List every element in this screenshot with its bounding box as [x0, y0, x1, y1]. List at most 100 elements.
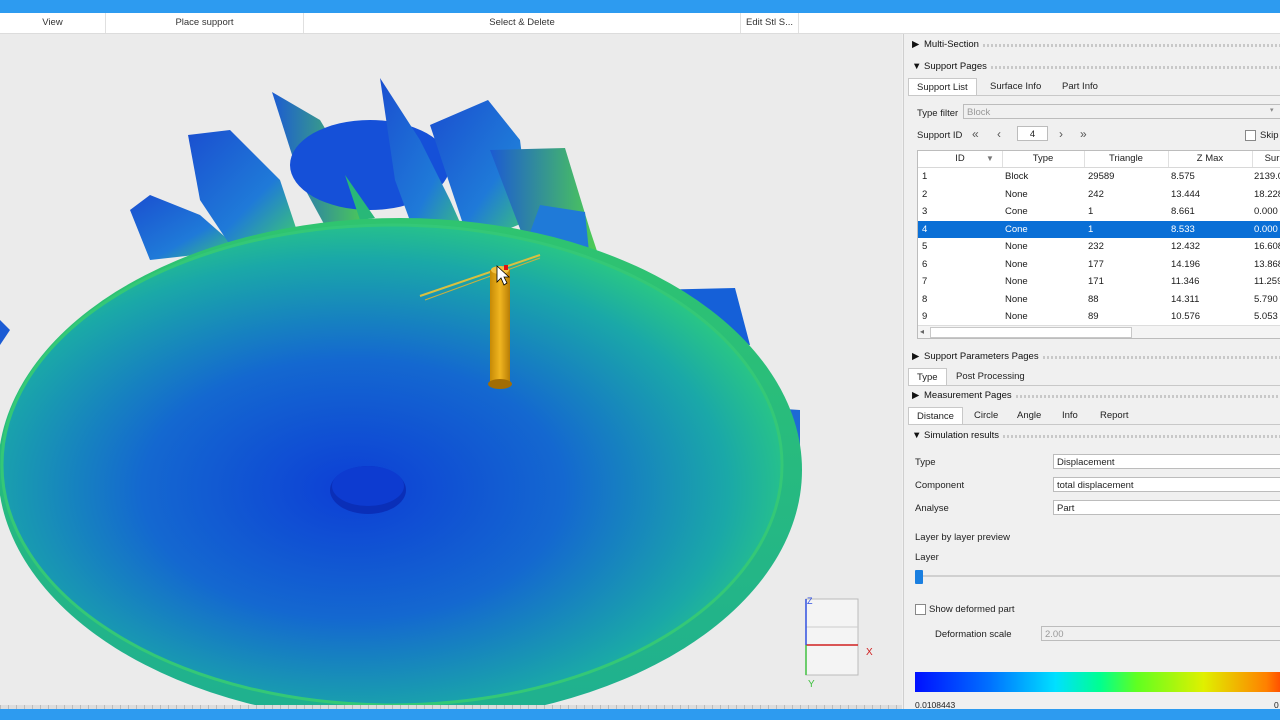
table-cell: 8: [922, 293, 928, 305]
column-header-id[interactable]: ID ▼: [918, 151, 1003, 167]
section-support-parameters-label: Support Parameters Pages: [924, 351, 1039, 362]
section-simulation-label: Simulation results: [924, 430, 999, 441]
scrollbar-thumb[interactable]: [930, 327, 1132, 338]
section-measurement[interactable]: ▶ Measurement Pages: [912, 389, 1280, 403]
table-row[interactable]: 4 Cone 1 8.533 0.000: [918, 220, 1280, 238]
tab-surface-info[interactable]: Surface Info: [982, 78, 1049, 95]
table-cell: 2139.0: [1254, 171, 1280, 182]
table-cell: 4: [922, 223, 928, 235]
expand-down-icon: ▼: [912, 430, 922, 441]
table-cell: 0.000: [1254, 206, 1278, 217]
table-row[interactable]: 5 None 232 12.432 16.608: [918, 238, 1280, 256]
table-cell: 232: [1088, 241, 1104, 252]
column-header-id-label: ID: [955, 153, 965, 164]
column-header-type[interactable]: Type: [1002, 151, 1085, 167]
ribbon-group-view[interactable]: View: [0, 13, 106, 33]
ribbon-group-place-support[interactable]: Place support: [106, 13, 304, 33]
sim-type-select[interactable]: Displacement: [1053, 454, 1280, 469]
section-support-pages[interactable]: ▼ Support Pages: [912, 60, 1280, 74]
tab-circle[interactable]: Circle: [966, 407, 1006, 424]
deformation-scale-input[interactable]: 2.00: [1041, 626, 1280, 641]
tab-post-processing[interactable]: Post Processing: [948, 368, 1033, 385]
table-cell: 9: [922, 311, 928, 322]
tab-part-info[interactable]: Part Info: [1054, 78, 1106, 95]
section-simulation[interactable]: ▼ Simulation results: [912, 429, 1280, 443]
table-cell: 5.790: [1254, 293, 1278, 305]
show-deformed-checkbox[interactable]: [915, 604, 926, 615]
color-legend-bar: [915, 672, 1280, 692]
table-row[interactable]: 9 None 89 10.576 5.053: [918, 308, 1280, 326]
tab-report[interactable]: Report: [1092, 407, 1137, 424]
table-cell: None: [1005, 276, 1028, 287]
support-id-input[interactable]: 4: [1017, 126, 1048, 141]
ribbon-group-select-delete[interactable]: Select & Delete: [304, 13, 741, 33]
show-deformed-label: Show deformed part: [929, 604, 1015, 615]
column-header-zmax[interactable]: Z Max: [1168, 151, 1253, 167]
table-cell: 29589: [1088, 171, 1115, 182]
tab-info[interactable]: Info: [1054, 407, 1086, 424]
table-header: ID ▼ Type Triangle Z Max Sur: [918, 151, 1280, 168]
table-row[interactable]: 1 Block 29589 8.575 2139.0: [918, 168, 1280, 186]
first-page-icon[interactable]: «: [972, 128, 979, 140]
view-cube[interactable]: [805, 598, 862, 676]
table-row[interactable]: 3 Cone 1 8.661 0.000: [918, 203, 1280, 221]
prev-icon[interactable]: ‹: [997, 128, 1001, 140]
next-icon[interactable]: ›: [1059, 128, 1063, 140]
measure-tabs: Distance Circle Angle Info Report: [908, 407, 1278, 425]
table-cell: 3: [922, 206, 928, 217]
layer-slider[interactable]: [916, 575, 1280, 577]
table-cell: 8.533: [1171, 223, 1195, 235]
last-page-icon[interactable]: »: [1080, 128, 1087, 140]
table-cell: 88: [1088, 293, 1099, 305]
expand-right-icon: ▶: [912, 39, 920, 50]
table-row[interactable]: 6 None 177 14.196 13.868: [918, 256, 1280, 274]
tab-distance[interactable]: Distance: [908, 407, 963, 425]
table-cell: 0.000: [1254, 223, 1278, 235]
table-cell: 5.053: [1254, 311, 1278, 322]
section-divider: [982, 44, 1280, 47]
ribbon-toolbar: View Place support Select & Delete Edit …: [0, 13, 1280, 34]
table-cell: None: [1005, 293, 1028, 305]
scroll-left-icon[interactable]: ◂: [920, 327, 924, 336]
table-cell: 1: [1088, 206, 1094, 217]
expand-down-icon: ▼: [912, 61, 922, 72]
layer-slider-handle[interactable]: [915, 570, 923, 584]
table-cell: 177: [1088, 258, 1104, 270]
table-row[interactable]: 8 None 88 14.311 5.790: [918, 291, 1280, 309]
analyse-label: Analyse: [915, 503, 949, 514]
support-id-label: Support ID: [917, 130, 963, 141]
table-cell: 8.575: [1171, 171, 1195, 182]
table-cell: None: [1005, 241, 1028, 252]
support-tabs: Support List Surface Info Part Info: [908, 78, 1278, 96]
type-filter-select[interactable]: Block: [963, 104, 1280, 119]
column-header-surface[interactable]: Sur: [1252, 151, 1280, 167]
support-table: ID ▼ Type Triangle Z Max Sur 1 Block 29589…: [917, 150, 1280, 339]
table-cell: 7: [922, 276, 928, 287]
layer-preview-label: Layer by layer preview: [915, 532, 1011, 543]
table-cell: 14.196: [1171, 258, 1201, 270]
section-support-parameters[interactable]: ▶ Support Parameters Pages: [912, 350, 1280, 364]
tab-angle[interactable]: Angle: [1009, 407, 1049, 424]
legend-min-value: 0.0108443: [915, 700, 956, 709]
legend-max-value: 0: [1274, 700, 1279, 709]
horizontal-scrollbar[interactable]: ◂: [918, 325, 1280, 338]
analyse-select[interactable]: Part: [1053, 500, 1280, 515]
ribbon-group-edit-stl[interactable]: Edit Stl S...: [741, 13, 799, 33]
tab-support-list[interactable]: Support List: [908, 78, 977, 96]
table-cell: 2: [922, 188, 928, 200]
table-row[interactable]: 2 None 242 13.444 18.228: [918, 186, 1280, 204]
skip-checkbox[interactable]: [1245, 130, 1256, 141]
axis-x-label: X: [866, 647, 873, 658]
table-cell: 10.576: [1171, 311, 1201, 322]
right-panel: ▶ Multi-Section ▼ Support Pages Support Li…: [903, 34, 1280, 709]
column-header-triangle[interactable]: Triangle: [1084, 151, 1169, 167]
axis-z-label: Z: [807, 596, 813, 606]
tab-type[interactable]: Type: [908, 368, 947, 386]
table-row[interactable]: 7 None 171 11.346 11.259: [918, 273, 1280, 291]
section-multi-section[interactable]: ▶ Multi-Section: [912, 38, 1280, 52]
table-cell: 11.346: [1171, 276, 1200, 287]
component-select[interactable]: total displacement: [1053, 477, 1280, 492]
3d-viewport[interactable]: Z X Y: [0, 34, 902, 709]
table-cell: 14.311: [1171, 293, 1200, 305]
table-cell: 5: [922, 241, 928, 252]
